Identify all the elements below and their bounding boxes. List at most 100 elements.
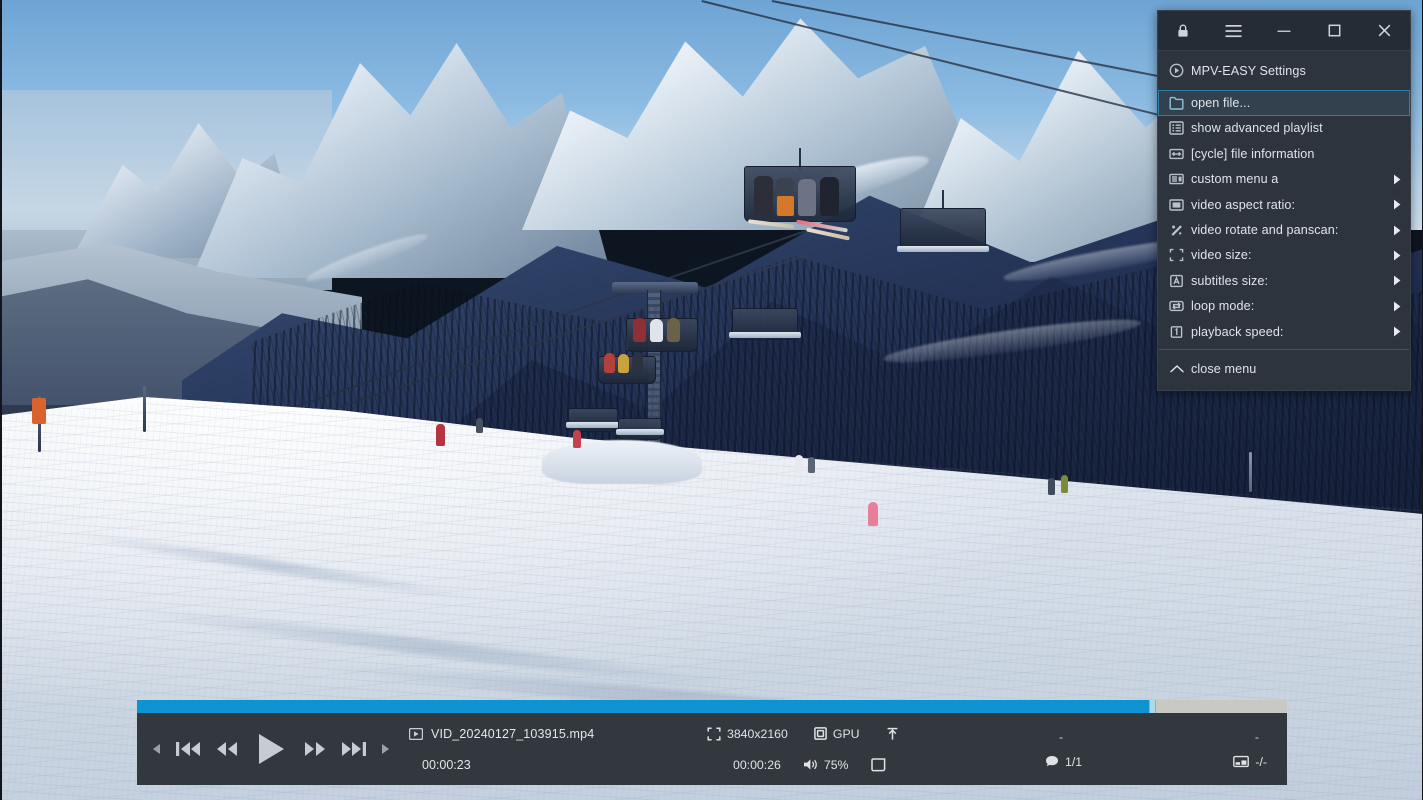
- track-row: 1/1 -/-: [1037, 755, 1271, 769]
- menu-item-label: loop mode:: [1191, 299, 1255, 314]
- menu-item-label: show advanced playlist: [1191, 121, 1323, 136]
- snow-mound: [542, 440, 702, 484]
- playback-control-bar: VID_20240127_103915.mp4 00:00:23 3840x21…: [137, 700, 1287, 785]
- volume-status[interactable]: 75%: [803, 758, 849, 772]
- hamburger-icon[interactable]: [1208, 11, 1258, 50]
- screenshot-button[interactable]: [870, 757, 886, 772]
- context-menu-panel: MPV-EASY Settings open file... show adva…: [1157, 10, 1411, 392]
- play-circle-icon: [1169, 63, 1191, 78]
- resolution-status: 3840x2160: [707, 727, 788, 741]
- status-row-top: 3840x2160 GPU: [707, 724, 1033, 744]
- menu-item-label: subtitles size:: [1191, 273, 1269, 288]
- lock-icon[interactable]: [1158, 11, 1208, 50]
- slope-pole: [143, 386, 146, 432]
- submenu-arrow-icon: [1389, 199, 1401, 210]
- subtitle-box-icon: [1233, 755, 1250, 768]
- status-column: 3840x2160 GPU 00:00:26 75%: [707, 713, 1037, 785]
- file-name-text: VID_20240127_103915.mp4: [431, 726, 595, 741]
- minimize-icon[interactable]: [1259, 11, 1309, 50]
- menu-item-label: playback speed:: [1191, 324, 1284, 339]
- placeholder-left: -: [1059, 729, 1064, 744]
- menu-item-subtitles-size[interactable]: subtitles size:: [1158, 268, 1410, 293]
- elapsed-time: 00:00:23: [422, 757, 471, 772]
- custom-menu-icon: [1169, 172, 1191, 186]
- resolution-value: 3840x2160: [727, 726, 788, 741]
- menu-item-video-size[interactable]: video size:: [1158, 243, 1410, 268]
- chip-icon: [814, 727, 827, 740]
- prev-small-button[interactable]: [148, 740, 165, 758]
- video-file-icon: [409, 727, 423, 740]
- volume-value: 75%: [823, 757, 849, 772]
- control-bar-body: VID_20240127_103915.mp4 00:00:23 3840x21…: [137, 713, 1287, 785]
- menu-item-label: open file...: [1191, 96, 1251, 111]
- skip-forward-button[interactable]: [337, 736, 371, 762]
- slope-pole: [1249, 452, 1252, 492]
- fullscreen-corners-icon: [707, 726, 721, 741]
- slope-marker: [32, 398, 46, 424]
- transport-controls: [137, 713, 397, 785]
- maximize-icon[interactable]: [1309, 11, 1359, 50]
- next-small-button[interactable]: [377, 740, 394, 758]
- skier: [436, 424, 445, 446]
- mpv-player-window: VID_20240127_103915.mp4 00:00:23 3840x21…: [0, 0, 1423, 800]
- play-pause-button[interactable]: [249, 732, 293, 766]
- loop-icon: [1169, 299, 1191, 313]
- seek-bar-handle[interactable]: [1149, 700, 1156, 713]
- menu-item-playback-speed[interactable]: playback speed:: [1158, 319, 1410, 344]
- menu-item-mpv-easy-settings[interactable]: MPV-EASY Settings: [1158, 58, 1410, 83]
- upload-button[interactable]: [886, 727, 899, 741]
- file-title[interactable]: VID_20240127_103915.mp4: [409, 727, 594, 741]
- menu-item-show-advanced-playlist[interactable]: show advanced playlist: [1158, 116, 1410, 141]
- skier: [1048, 478, 1055, 495]
- audio-track-status[interactable]: 1/1: [1037, 755, 1082, 769]
- close-icon[interactable]: [1360, 11, 1410, 50]
- arrows-horizontal-icon: [1169, 147, 1191, 161]
- chairlift-lower-2: [729, 290, 801, 342]
- fast-forward-button[interactable]: [299, 736, 331, 762]
- menu-item-cycle-file-information[interactable]: [cycle] file information: [1158, 141, 1410, 166]
- chairlift-main: [744, 148, 856, 248]
- speaker-icon: [803, 758, 818, 771]
- submenu-arrow-icon: [1389, 225, 1401, 236]
- comment-icon: [1045, 755, 1059, 768]
- submenu-arrow-icon: [1389, 326, 1401, 337]
- menu-item-loop-mode[interactable]: loop mode:: [1158, 294, 1410, 319]
- speed-one-icon: [1169, 325, 1191, 339]
- chairlift-lower-4: [566, 390, 620, 432]
- menu-item-close-menu[interactable]: close menu: [1158, 355, 1410, 383]
- list-icon: [1169, 121, 1191, 136]
- skip-backward-button[interactable]: [171, 736, 205, 762]
- subtitle-track-value: -/-: [1255, 754, 1267, 769]
- menu-item-label: video aspect ratio:: [1191, 197, 1296, 212]
- subtitle-a-icon: [1169, 274, 1191, 288]
- menu-item-label: close menu: [1191, 362, 1257, 377]
- skier: [795, 455, 803, 473]
- skier: [808, 457, 815, 473]
- menu-item-label: custom menu a: [1191, 172, 1279, 187]
- subtitle-track-status[interactable]: -/-: [1233, 755, 1271, 769]
- menu-item-custom-menu-a[interactable]: custom menu a: [1158, 167, 1410, 192]
- upload-arrow-icon: [886, 727, 899, 741]
- menu-spacer: [1158, 83, 1410, 90]
- placeholder-row: - -: [1037, 730, 1271, 744]
- file-info-column: VID_20240127_103915.mp4 00:00:23: [397, 713, 707, 785]
- seek-bar[interactable]: [137, 700, 1287, 713]
- rewind-button[interactable]: [211, 736, 243, 762]
- screenshot-icon: [870, 757, 886, 772]
- decoder-status[interactable]: GPU: [814, 727, 860, 741]
- skier: [1061, 475, 1068, 493]
- menu-separator: [1159, 349, 1409, 351]
- menu-top-spacer: [1158, 51, 1410, 58]
- aspect-ratio-icon: [1169, 198, 1191, 212]
- menu-item-open-file[interactable]: open file...: [1158, 90, 1410, 116]
- menu-item-video-rotate-and-panscan[interactable]: video rotate and panscan:: [1158, 217, 1410, 242]
- menu-titlebar: [1158, 11, 1410, 51]
- menu-item-video-aspect-ratio[interactable]: video aspect ratio:: [1158, 192, 1410, 217]
- folder-icon: [1169, 96, 1191, 110]
- menu-bottom-spacer: [1158, 383, 1410, 390]
- submenu-arrow-icon: [1389, 174, 1401, 185]
- submenu-arrow-icon: [1389, 275, 1401, 286]
- placeholder-right: -: [1254, 729, 1259, 744]
- skier: [573, 430, 581, 448]
- chairlift-lower-3: [598, 338, 656, 386]
